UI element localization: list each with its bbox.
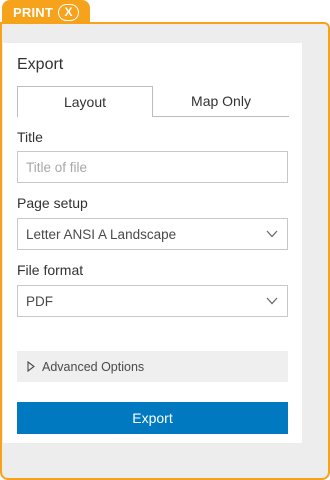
advanced-options-toggle[interactable]: Advanced Options xyxy=(17,351,288,382)
tab-map-only[interactable]: Map Only xyxy=(153,86,289,117)
file-format-value: PDF xyxy=(26,293,53,309)
section-title: Export xyxy=(17,56,64,73)
print-widget-tab: PRINT X xyxy=(2,0,90,24)
chevron-down-icon xyxy=(265,229,279,239)
export-button[interactable]: Export xyxy=(17,402,288,434)
layout-tabs: Layout Map Only xyxy=(17,86,289,117)
page-setup-value: Letter ANSI A Landscape xyxy=(26,226,177,242)
close-button[interactable]: X xyxy=(58,3,79,21)
title-label: Title xyxy=(17,129,43,145)
chevron-down-icon xyxy=(265,296,279,306)
title-input[interactable] xyxy=(17,151,288,183)
file-format-label: File format xyxy=(17,262,84,278)
tab-layout[interactable]: Layout xyxy=(17,86,153,117)
advanced-options-label: Advanced Options xyxy=(42,359,145,374)
widget-title: PRINT xyxy=(13,4,53,20)
page-setup-select[interactable]: Letter ANSI A Landscape xyxy=(17,218,288,250)
print-panel: Export Layout Map Only Title Page setup … xyxy=(0,22,330,480)
file-format-select[interactable]: PDF xyxy=(17,285,288,317)
page-setup-label: Page setup xyxy=(17,195,88,211)
caret-right-icon xyxy=(27,361,37,373)
export-card: Export Layout Map Only Title Page setup … xyxy=(3,43,302,443)
